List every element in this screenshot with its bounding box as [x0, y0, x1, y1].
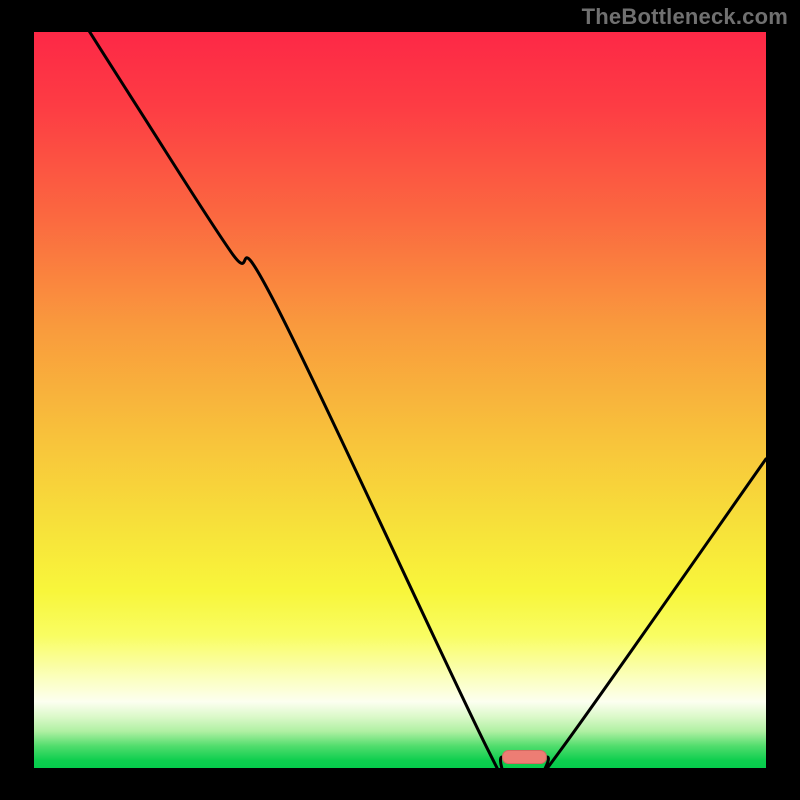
optimal-marker: [503, 751, 547, 764]
chart-frame: TheBottleneck.com: [0, 0, 800, 800]
plot-svg: [34, 32, 766, 768]
gradient-background: [34, 32, 766, 768]
watermark-text: TheBottleneck.com: [582, 4, 788, 30]
plot-area: [34, 32, 766, 768]
